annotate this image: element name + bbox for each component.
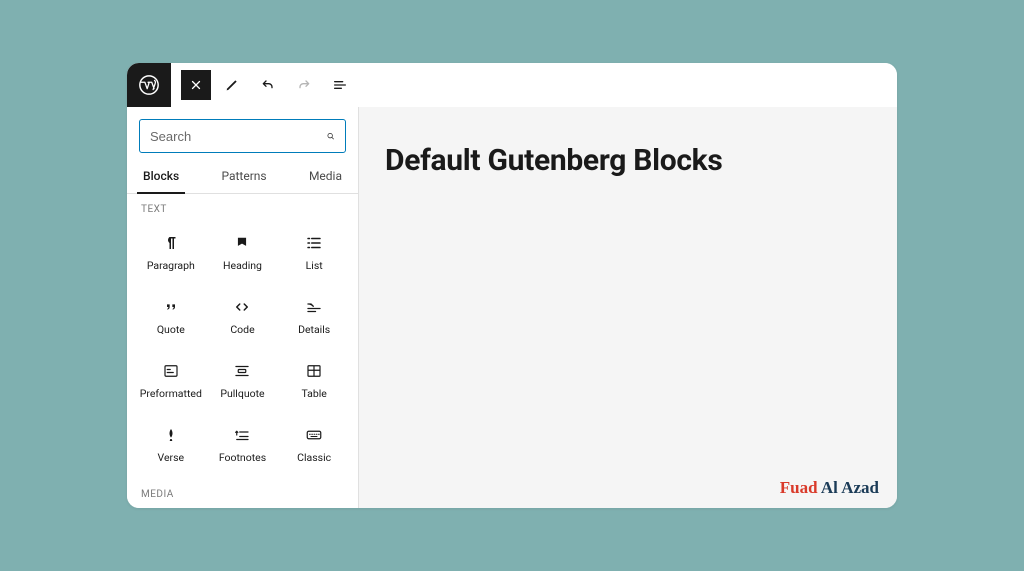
block-label: Classic: [297, 451, 331, 464]
tab-blocks[interactable]: Blocks: [141, 161, 181, 193]
paragraph-icon: [161, 233, 181, 253]
verse-icon: [161, 425, 181, 445]
table-icon: [304, 361, 324, 381]
redo-icon: [296, 77, 312, 93]
block-inserter-panel: Blocks Patterns Media TEXT Paragraph Hea…: [127, 107, 359, 508]
block-list[interactable]: List: [278, 221, 350, 283]
block-label: Quote: [157, 323, 185, 336]
block-footnotes[interactable]: Footnotes: [207, 413, 279, 475]
block-classic[interactable]: Classic: [278, 413, 350, 475]
search-icon: [326, 127, 335, 145]
document-overview-button[interactable]: [325, 70, 355, 100]
block-label: Pullquote: [220, 387, 264, 400]
text-blocks-grid: Paragraph Heading List: [127, 219, 358, 479]
editor-window: Blocks Patterns Media TEXT Paragraph Hea…: [127, 63, 897, 508]
preformatted-icon: [161, 361, 181, 381]
block-details[interactable]: Details: [278, 285, 350, 347]
block-code[interactable]: Code: [207, 285, 279, 347]
top-toolbar: [127, 63, 897, 107]
search-field[interactable]: [139, 119, 346, 153]
undo-icon: [260, 77, 276, 93]
block-heading[interactable]: Heading: [207, 221, 279, 283]
block-label: Details: [298, 323, 330, 336]
details-icon: [304, 297, 324, 317]
block-label: Heading: [223, 259, 262, 272]
block-label: Paragraph: [147, 259, 195, 272]
pullquote-icon: [232, 361, 252, 381]
block-label: Code: [230, 323, 254, 336]
block-preformatted[interactable]: Preformatted: [135, 349, 207, 411]
heading-icon: [232, 233, 252, 253]
classic-icon: [304, 425, 324, 445]
undo-button[interactable]: [253, 70, 283, 100]
close-inserter-button[interactable]: [181, 70, 211, 100]
block-quote[interactable]: Quote: [135, 285, 207, 347]
block-label: Footnotes: [219, 451, 266, 464]
pencil-icon: [224, 77, 240, 93]
block-label: Preformatted: [140, 387, 202, 400]
close-icon: [189, 78, 203, 92]
wordpress-icon: [138, 74, 160, 96]
watermark: Fuad Al Azad: [780, 478, 879, 498]
block-label: Table: [301, 387, 326, 400]
category-media-label: MEDIA: [127, 479, 358, 504]
block-table[interactable]: Table: [278, 349, 350, 411]
quote-icon: [161, 297, 181, 317]
inserter-tabs: Blocks Patterns Media: [127, 161, 358, 194]
block-paragraph[interactable]: Paragraph: [135, 221, 207, 283]
list-icon: [304, 233, 324, 253]
edit-mode-button[interactable]: [217, 70, 247, 100]
code-icon: [232, 297, 252, 317]
redo-button[interactable]: [289, 70, 319, 100]
category-text-label: TEXT: [127, 194, 358, 219]
tab-patterns[interactable]: Patterns: [219, 161, 268, 193]
post-title[interactable]: Default Gutenberg Blocks: [385, 143, 871, 178]
list-view-icon: [332, 77, 348, 93]
footnotes-icon: [232, 425, 252, 445]
wordpress-logo[interactable]: [127, 63, 171, 107]
editor-canvas[interactable]: Default Gutenberg Blocks Fuad Al Azad: [359, 107, 897, 508]
block-verse[interactable]: Verse: [135, 413, 207, 475]
block-label: Verse: [158, 451, 185, 464]
block-pullquote[interactable]: Pullquote: [207, 349, 279, 411]
tab-media[interactable]: Media: [307, 161, 344, 193]
block-label: List: [306, 259, 323, 272]
search-input[interactable]: [150, 129, 326, 144]
